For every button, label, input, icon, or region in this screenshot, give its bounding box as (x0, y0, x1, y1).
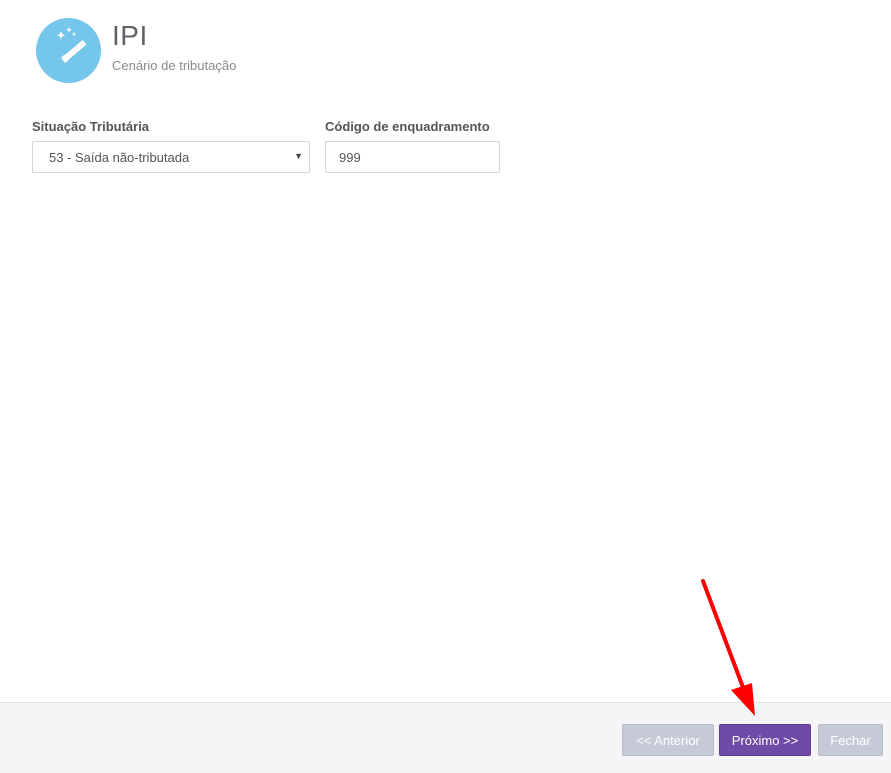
codigo-enquadramento-value: 999 (339, 150, 361, 165)
situacao-tributaria-label: Situação Tributária (32, 119, 150, 134)
close-button[interactable]: Fechar (818, 724, 883, 756)
dropdown-arrow-icon: ▼ (294, 151, 303, 161)
page-subtitle: Cenário de tributação (112, 58, 237, 73)
red-arrow-annotation (701, 579, 755, 716)
page-title: IPI (112, 20, 148, 51)
situacao-tributaria-select[interactable]: 53 - Saída não-tributada ▼ (32, 141, 310, 173)
magic-wand-icon (36, 18, 101, 83)
codigo-enquadramento-label: Código de enquadramento (325, 119, 490, 134)
wizard-footer: << Anterior Próximo >> Fechar (0, 702, 891, 773)
previous-button[interactable]: << Anterior (622, 724, 714, 756)
codigo-enquadramento-input[interactable]: 999 (325, 141, 500, 173)
situacao-tributaria-value: 53 - Saída não-tributada (49, 150, 190, 165)
next-button[interactable]: Próximo >> (719, 724, 811, 756)
